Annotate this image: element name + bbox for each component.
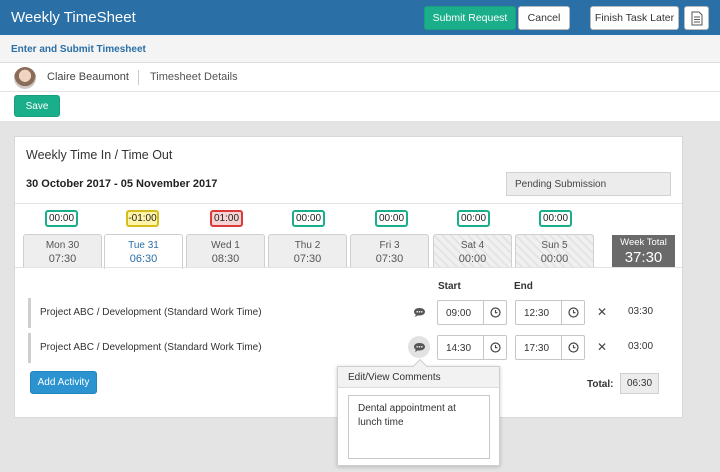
day-hours: 06:30 <box>129 253 158 265</box>
total-label: Total: <box>587 379 614 390</box>
diff-badge-mon: 00:00 <box>45 210 78 227</box>
diff-badge-sun: 00:00 <box>539 210 572 227</box>
day-tab-tue[interactable]: Tue 31 06:30 <box>104 234 183 269</box>
cancel-button[interactable]: Cancel <box>518 6 570 30</box>
finish-task-later-button[interactable]: Finish Task Later <box>590 6 679 30</box>
day-hours: 07:30 <box>48 253 77 265</box>
day-label: Sat 4 <box>460 240 485 251</box>
save-bar: Save <box>0 92 720 121</box>
divider <box>15 203 682 204</box>
activity-row: Project ABC / Development (Standard Work… <box>28 333 668 363</box>
remove-icon[interactable]: ✕ <box>597 340 607 354</box>
top-bar: Weekly TimeSheet Submit Request Cancel F… <box>0 0 720 35</box>
week-total-label: Week Total <box>620 237 667 248</box>
user-bar: Claire Beaumont Timesheet Details <box>0 63 720 92</box>
week-total-value: 37:30 <box>624 249 663 266</box>
day-label: Fri 3 <box>379 240 400 251</box>
end-time-input[interactable]: 12:30 <box>515 300 585 325</box>
app-title: Weekly TimeSheet <box>11 9 136 26</box>
activity-name: Project ABC / Development (Standard Work… <box>40 307 262 318</box>
start-time-input[interactable]: 09:00 <box>437 300 507 325</box>
start-time-input[interactable]: 14:30 <box>437 335 507 360</box>
day-label: Thu 2 <box>294 240 321 251</box>
diff-badge-tue: -01:00 <box>126 210 159 227</box>
day-tab-wed[interactable]: Wed 1 08:30 <box>186 234 265 268</box>
comment-icon[interactable] <box>408 336 430 358</box>
total-value: 06:30 <box>620 373 659 394</box>
clock-icon[interactable] <box>483 301 506 324</box>
row-indicator <box>28 333 31 363</box>
week-total: Week Total 37:30 <box>612 235 675 268</box>
date-range: 30 October 2017 - 05 November 2017 <box>26 178 218 190</box>
card-title: Weekly Time In / Time Out <box>26 148 173 162</box>
comment-glyph <box>413 342 425 352</box>
day-hours: 00:00 <box>458 253 487 265</box>
end-time-input[interactable]: 17:30 <box>515 335 585 360</box>
row-indicator <box>28 298 31 328</box>
save-button[interactable]: Save <box>14 95 60 117</box>
day-hours: 00:00 <box>540 253 569 265</box>
start-time-value: 14:30 <box>446 343 472 354</box>
activity-row: Project ABC / Development (Standard Work… <box>28 298 668 328</box>
add-activity-button[interactable]: Add Activity <box>30 371 97 394</box>
clock-icon[interactable] <box>483 336 506 359</box>
start-column-header: Start <box>438 281 461 292</box>
sub-header-title: Enter and Submit Timesheet <box>11 44 146 55</box>
avatar <box>14 67 36 89</box>
comment-textarea[interactable]: Dental appointment at lunch time <box>348 395 490 459</box>
comments-popover: Edit/View Comments Dental appointment at… <box>337 358 500 466</box>
document-button[interactable] <box>684 6 709 30</box>
end-time-value: 17:30 <box>524 343 550 354</box>
comment-glyph <box>414 308 425 317</box>
day-label: Wed 1 <box>211 240 240 251</box>
row-total: 03:00 <box>628 341 654 352</box>
activity-name: Project ABC / Development (Standard Work… <box>40 342 262 353</box>
comment-icon[interactable] <box>411 305 428 320</box>
day-tab-fri[interactable]: Fri 3 07:30 <box>350 234 429 268</box>
day-label: Tue 31 <box>128 240 159 251</box>
row-total: 03:30 <box>628 306 654 317</box>
day-hours: 07:30 <box>375 253 404 265</box>
day-label: Mon 30 <box>45 240 80 251</box>
day-tab-mon[interactable]: Mon 30 07:30 <box>23 234 102 268</box>
diff-badge-sat: 00:00 <box>457 210 490 227</box>
user-name: Claire Beaumont <box>47 71 129 83</box>
status-badge: Pending Submission <box>506 172 671 196</box>
divider <box>15 267 682 268</box>
start-time-value: 09:00 <box>446 308 472 319</box>
divider <box>138 70 139 85</box>
document-icon <box>691 11 702 25</box>
breadcrumb: Timesheet Details <box>150 71 238 83</box>
end-time-value: 12:30 <box>524 308 550 319</box>
diff-badge-thu: 00:00 <box>292 210 325 227</box>
day-tab-sun[interactable]: Sun 5 00:00 <box>515 234 594 268</box>
clock-icon[interactable] <box>561 301 584 324</box>
end-column-header: End <box>514 281 533 292</box>
submit-request-button[interactable]: Submit Request <box>424 6 516 30</box>
day-tab-sat[interactable]: Sat 4 00:00 <box>433 234 512 268</box>
diff-badge-fri: 00:00 <box>375 210 408 227</box>
day-hours: 07:30 <box>293 253 322 265</box>
day-label: Sun 5 <box>541 240 568 251</box>
sub-header: Enter and Submit Timesheet <box>0 35 720 63</box>
clock-icon[interactable] <box>561 336 584 359</box>
remove-icon[interactable]: ✕ <box>597 305 607 319</box>
day-tab-thu[interactable]: Thu 2 07:30 <box>268 234 347 268</box>
diff-badge-wed: 01:00 <box>210 210 243 227</box>
day-hours: 08:30 <box>211 253 240 265</box>
